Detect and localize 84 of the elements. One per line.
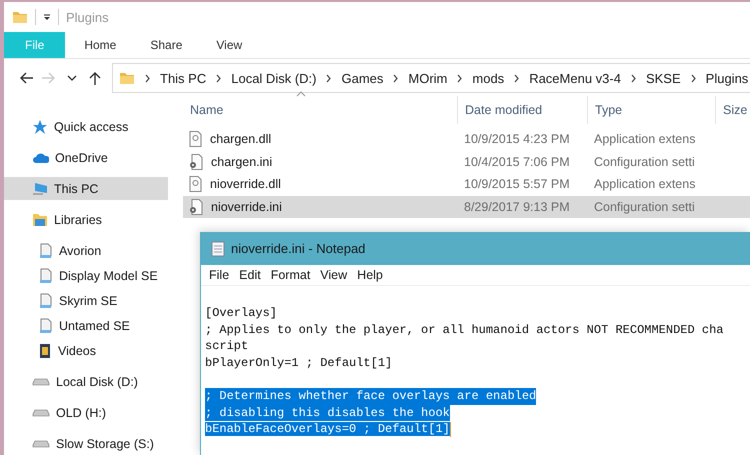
file-type-cell-text: Configuration setti bbox=[593, 154, 696, 169]
breadcrumb-link[interactable]: RaceMenu v3-4 bbox=[529, 70, 621, 86]
text-line: script bbox=[205, 338, 248, 355]
film-strip-icon bbox=[38, 342, 52, 359]
navigation-item[interactable]: This PC bbox=[4, 177, 168, 200]
menu-item[interactable]: Format bbox=[266, 268, 316, 282]
file-name: chargen.dll bbox=[210, 132, 272, 146]
text-line: [Overlays] bbox=[205, 305, 278, 322]
back-arrow-icon bbox=[18, 71, 32, 85]
text-line: ; Applies to only the player, or all humanoid actors NOT RECOMMENDED cha bbox=[205, 322, 724, 338]
column-header[interactable]: Type bbox=[587, 96, 715, 124]
date-modified-cell-text: 10/4/2015 7:06 PM bbox=[463, 154, 571, 169]
file-row[interactable]: chargen.ini 10/4/2015 7:06 PM Configuration setti bbox=[183, 150, 750, 173]
column-header[interactable]: Size bbox=[715, 96, 750, 124]
ribbon-tab[interactable]: Home bbox=[69, 32, 132, 58]
breadcrumb-link[interactable]: SKSE bbox=[646, 70, 681, 86]
menu-item[interactable]: File bbox=[204, 268, 234, 282]
chevron-right-icon bbox=[457, 74, 462, 82]
file-row[interactable]: nioverride.ini 8/29/2017 9:13 PM Configuration setti bbox=[183, 196, 750, 218]
window-title: nioverride.ini - Notepad bbox=[231, 241, 366, 256]
navigation-item[interactable]: OneDrive bbox=[4, 146, 168, 170]
navigation-item[interactable]: Untamed SE bbox=[4, 314, 168, 338]
drive-icon bbox=[32, 408, 50, 417]
library-folder-icon bbox=[32, 212, 48, 228]
address-bar[interactable]: This PC Local Disk (D:) Games MOrim mods RaceMenu v3-4 SKSE Plugins bbox=[112, 63, 750, 93]
notepad-icon bbox=[211, 240, 225, 256]
navigation-item[interactable]: OLD (H:) bbox=[4, 402, 168, 424]
navigation-item[interactable]: Videos bbox=[4, 338, 168, 363]
breadcrumb-link[interactable]: mods bbox=[472, 70, 504, 86]
text-line: bPlayerOnly=1 ; Default[1] bbox=[205, 354, 392, 372]
sort-ascending-icon bbox=[296, 91, 306, 97]
window-title: Plugins bbox=[66, 10, 109, 24]
breadcrumb-link[interactable]: MOrim bbox=[408, 70, 448, 86]
cloud-icon bbox=[32, 152, 49, 164]
navigation-item[interactable]: Display Model SE bbox=[4, 264, 168, 288]
chevron-right-icon bbox=[630, 74, 636, 82]
navigation-item[interactable]: Libraries bbox=[4, 208, 168, 231]
chevron-right-icon bbox=[514, 74, 520, 82]
document-library-icon bbox=[38, 268, 53, 284]
star-icon bbox=[32, 119, 48, 136]
up-arrow-icon bbox=[88, 71, 102, 85]
dropdown-icon bbox=[43, 13, 51, 21]
text-cursor bbox=[450, 422, 451, 438]
breadcrumb-link[interactable]: Local Disk (D:) bbox=[231, 70, 316, 86]
drive-icon bbox=[32, 378, 50, 386]
file-row[interactable]: chargen.dll 10/9/2015 4:23 PM Application extens bbox=[183, 128, 750, 150]
column-header[interactable]: Date modified bbox=[457, 96, 587, 124]
breadcrumb-link[interactable]: This PC bbox=[160, 70, 206, 86]
navigation-item[interactable]: Slow Storage (S:) bbox=[4, 432, 168, 455]
navigation-item[interactable]: Avorion bbox=[4, 238, 168, 263]
file-type-cell-text: Configuration setti bbox=[593, 200, 696, 214]
document-library-icon bbox=[38, 318, 53, 334]
column-header[interactable]: Name bbox=[183, 96, 457, 124]
chevron-right-icon bbox=[216, 74, 222, 82]
chevron-right-icon bbox=[326, 74, 332, 82]
navigation-item[interactable]: Skyrim SE bbox=[4, 288, 168, 313]
file-name: nioverride.dll bbox=[210, 177, 281, 192]
chevron-right-icon bbox=[393, 74, 398, 82]
document-library-icon bbox=[38, 292, 53, 309]
ribbon-tab[interactable]: Share bbox=[135, 32, 198, 58]
file-row[interactable]: nioverride.dll 10/9/2015 5:57 PM Application extens bbox=[183, 173, 750, 196]
computer-icon bbox=[32, 182, 48, 196]
navigation-item[interactable]: Quick access bbox=[4, 116, 168, 139]
date-modified-cell-text: 10/9/2015 5:57 PM bbox=[463, 177, 571, 192]
breadcrumb-link[interactable]: Plugins bbox=[706, 70, 748, 86]
menu-item[interactable]: View bbox=[315, 268, 352, 282]
menu-item[interactable]: Edit bbox=[234, 268, 266, 282]
breadcrumb-link[interactable]: Games bbox=[341, 70, 384, 86]
date-modified-cell-text: 8/29/2017 9:13 PM bbox=[463, 200, 571, 214]
document-library-icon bbox=[38, 242, 53, 259]
navigation-item[interactable]: Local Disk (D:) bbox=[4, 370, 168, 394]
file-type-cell-text: Application extens bbox=[593, 177, 696, 192]
file-name: nioverride.ini bbox=[211, 200, 282, 214]
date-modified-cell-text: 10/9/2015 4:23 PM bbox=[463, 132, 571, 146]
menu-item[interactable]: Help bbox=[352, 268, 388, 282]
drive-icon bbox=[32, 440, 50, 448]
forward-arrow-icon bbox=[42, 71, 56, 85]
file-type-cell-text: Application extens bbox=[593, 132, 696, 146]
chevron-right-icon bbox=[145, 74, 150, 82]
file-name: chargen.ini bbox=[211, 154, 272, 169]
ribbon-tab[interactable]: View bbox=[201, 32, 258, 58]
chevron-right-icon bbox=[690, 74, 696, 82]
folder-icon bbox=[12, 10, 28, 24]
folder-icon bbox=[119, 71, 135, 85]
